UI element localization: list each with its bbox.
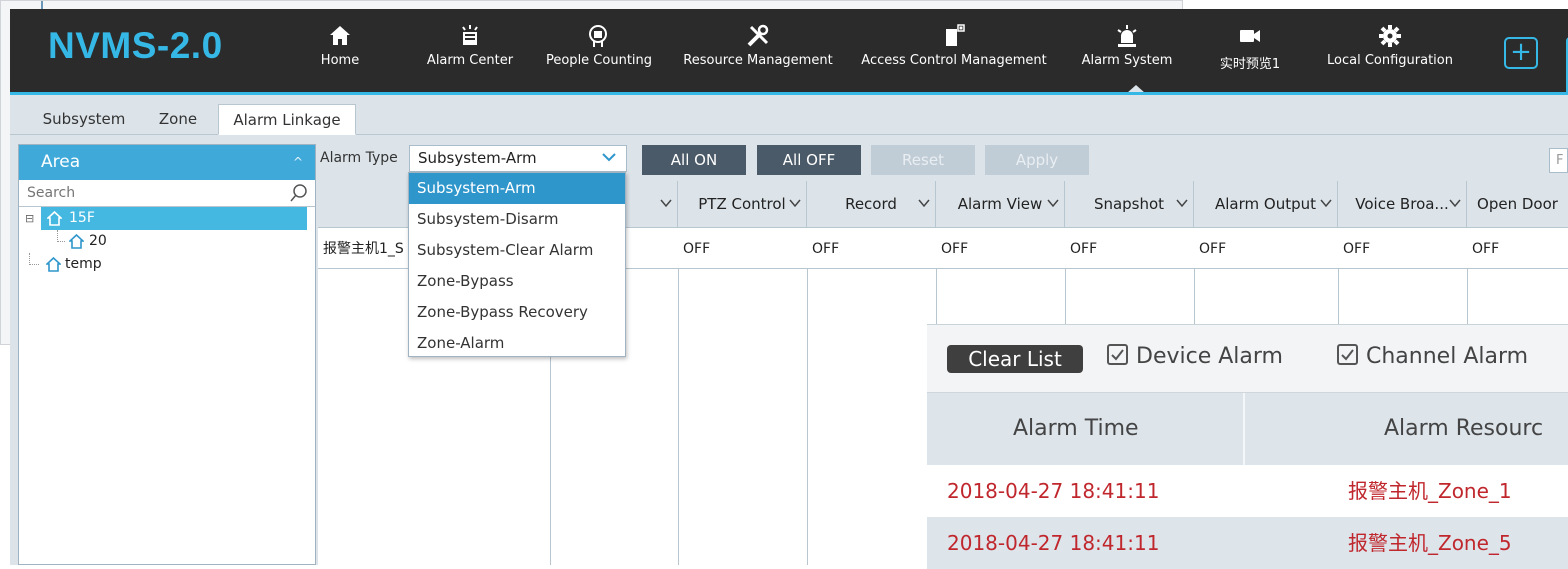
column-header-alarm-output: Alarm Output bbox=[1194, 181, 1338, 228]
tab-zone[interactable]: Zone bbox=[146, 104, 210, 135]
dropdown-option-zone-bypass-recovery[interactable]: Zone-Bypass Recovery bbox=[409, 297, 625, 328]
alarm-type-select[interactable]: Subsystem-Arm bbox=[409, 145, 627, 172]
ptz-cell[interactable]: OFF bbox=[678, 229, 807, 269]
alarm-row[interactable]: 2018-04-27 18:41:11 报警主机_Zone_1 bbox=[927, 465, 1568, 517]
area-header[interactable]: Area ^ bbox=[19, 145, 315, 180]
search-icon[interactable] bbox=[289, 183, 309, 203]
filter-input[interactable]: F bbox=[1549, 148, 1568, 173]
column-header-ptz: PTZ Control bbox=[678, 181, 807, 228]
alarm-resource-header: Alarm Resourc bbox=[1384, 416, 1544, 441]
dropdown-option-zone-alarm[interactable]: Zone-Alarm bbox=[409, 328, 625, 359]
open-door-cell[interactable]: OFF bbox=[1467, 229, 1568, 269]
area-panel: Area ^ ⊟ 15F 20 temp bbox=[18, 144, 316, 565]
nav-access-control-management[interactable]: Access Control Management bbox=[848, 23, 1060, 85]
snapshot-cell[interactable]: OFF bbox=[1065, 229, 1194, 269]
top-navigation-bar: NVMS-2.0 Home Alarm Center People Counti… bbox=[10, 9, 1568, 97]
channel-alarm-checkbox[interactable]: Channel Alarm bbox=[1337, 344, 1528, 369]
app-logo: NVMS-2.0 bbox=[48, 25, 223, 66]
device-alarm-checkbox[interactable]: Device Alarm bbox=[1107, 344, 1283, 369]
chevron-down-icon[interactable] bbox=[917, 196, 931, 210]
area-icon bbox=[46, 257, 61, 272]
alarm-list-toolbar: Clear List Device Alarm Channel Alarm bbox=[927, 325, 1568, 393]
nav-alarm-system[interactable]: Alarm System bbox=[1075, 23, 1179, 85]
expand-toggle-icon[interactable]: ⊟ bbox=[25, 207, 34, 230]
chevron-down-icon[interactable] bbox=[1319, 196, 1333, 210]
alarm-resource: 报警主机_Zone_1 bbox=[1348, 479, 1512, 503]
all-off-button[interactable]: All OFF bbox=[757, 145, 861, 175]
checkbox-icon[interactable] bbox=[1107, 344, 1128, 365]
alarm-time: 2018-04-27 18:41:11 bbox=[947, 479, 1160, 503]
alarm-type-label: Alarm Type bbox=[320, 150, 398, 166]
nav-home[interactable]: Home bbox=[310, 23, 370, 85]
tab-subsystem[interactable]: Subsystem bbox=[30, 104, 138, 135]
dropdown-option-subsystem-disarm[interactable]: Subsystem-Disarm bbox=[409, 204, 625, 235]
chevron-down-icon[interactable] bbox=[1046, 196, 1060, 210]
nav-alarm-center[interactable]: Alarm Center bbox=[418, 23, 522, 85]
all-on-button[interactable]: All ON bbox=[642, 145, 746, 175]
tools-icon bbox=[747, 24, 769, 47]
voice-broadcast-cell[interactable]: OFF bbox=[1338, 229, 1467, 269]
tab-bar: Subsystem Zone Alarm Linkage bbox=[10, 95, 1568, 135]
siren-icon bbox=[1117, 25, 1137, 47]
column-header-record: Record bbox=[807, 181, 936, 228]
tree-node-temp[interactable]: temp bbox=[19, 253, 315, 276]
nav-people-counting[interactable]: People Counting bbox=[536, 23, 662, 85]
checkbox-icon[interactable] bbox=[1337, 344, 1358, 365]
area-search bbox=[19, 180, 315, 207]
search-input[interactable] bbox=[19, 180, 269, 206]
alarm-list-panel: Clear List Device Alarm Channel Alarm Al… bbox=[927, 324, 1568, 569]
collapse-icon[interactable]: ^ bbox=[293, 145, 303, 180]
add-tab-button[interactable]: + bbox=[1504, 37, 1538, 69]
alarm-center-icon bbox=[462, 25, 478, 45]
alarm-type-dropdown: Subsystem-Arm Subsystem-Disarm Subsystem… bbox=[408, 172, 626, 357]
alarm-time: 2018-04-27 18:41:11 bbox=[947, 531, 1160, 555]
alarm-row[interactable]: 2018-04-27 18:41:11 报警主机_Zone_5 bbox=[927, 517, 1568, 569]
area-icon bbox=[47, 211, 62, 226]
column-header-alarm-view: Alarm View bbox=[936, 181, 1065, 228]
people-counting-icon bbox=[589, 25, 607, 47]
chevron-down-icon[interactable] bbox=[788, 196, 802, 210]
alarm-view-cell[interactable]: OFF bbox=[936, 229, 1065, 269]
clear-list-button[interactable]: Clear List bbox=[947, 345, 1083, 373]
tree-node-15f[interactable]: ⊟ 15F bbox=[19, 207, 315, 230]
dropdown-option-subsystem-clear-alarm[interactable]: Subsystem-Clear Alarm bbox=[409, 235, 625, 266]
dropdown-option-subsystem-arm[interactable]: Subsystem-Arm bbox=[409, 173, 625, 204]
alarm-time-header: Alarm Time bbox=[1013, 416, 1139, 441]
column-header-open-door: Open Door bbox=[1477, 195, 1558, 213]
chevron-down-icon bbox=[602, 153, 616, 162]
column-header-voice-broadcast: Voice Broa... bbox=[1338, 181, 1467, 228]
dropdown-option-zone-bypass[interactable]: Zone-Bypass bbox=[409, 266, 625, 297]
chevron-down-icon[interactable] bbox=[1448, 196, 1462, 210]
tree-node-20[interactable]: 20 bbox=[19, 230, 315, 253]
chevron-down-icon[interactable] bbox=[659, 196, 673, 210]
alarm-list-header: Alarm Time Alarm Resourc bbox=[927, 393, 1568, 465]
alarm-output-cell[interactable]: OFF bbox=[1194, 229, 1338, 269]
reset-button[interactable]: Reset bbox=[871, 145, 975, 175]
tab-alarm-linkage[interactable]: Alarm Linkage bbox=[218, 104, 356, 135]
nav-live-preview[interactable]: 实时预览1 bbox=[1215, 23, 1285, 85]
record-cell[interactable]: OFF bbox=[807, 229, 936, 269]
nav-resource-management[interactable]: Resource Management bbox=[670, 23, 846, 85]
alarm-resource: 报警主机_Zone_5 bbox=[1348, 531, 1512, 555]
camera-icon bbox=[1240, 30, 1260, 42]
access-control-icon bbox=[946, 24, 965, 46]
area-icon bbox=[69, 234, 84, 249]
area-title: Area bbox=[41, 152, 81, 172]
column-header-snapshot: Snapshot bbox=[1065, 181, 1194, 228]
chevron-down-icon[interactable] bbox=[1175, 196, 1189, 210]
apply-button[interactable]: Apply bbox=[985, 145, 1089, 175]
nav-local-configuration[interactable]: Local Configuration bbox=[1315, 23, 1465, 85]
home-icon bbox=[330, 26, 350, 45]
row-name-cell: 报警主机1_S bbox=[323, 241, 404, 257]
gear-icon bbox=[1379, 25, 1401, 47]
